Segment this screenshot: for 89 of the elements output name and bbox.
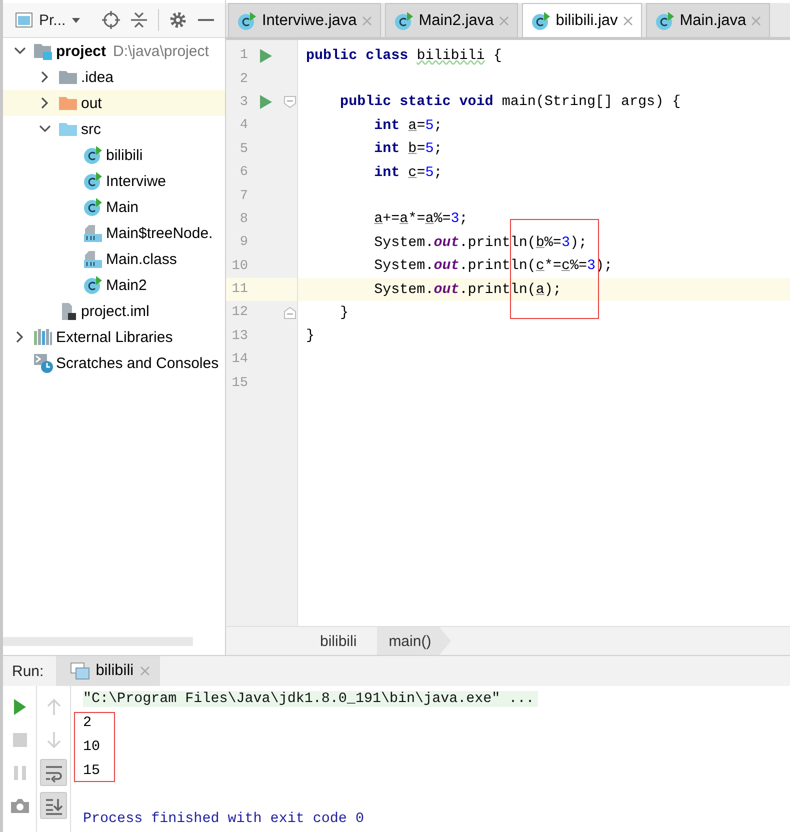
scroll-to-end-button[interactable]	[40, 792, 67, 819]
close-icon[interactable]	[362, 16, 372, 26]
console-line: 2	[83, 715, 92, 731]
line-number: 5	[238, 142, 248, 157]
class-icon	[83, 145, 103, 165]
line-number: 6	[238, 165, 248, 180]
code-line: int a=5;	[373, 118, 442, 134]
scrollbar[interactable]	[3, 637, 193, 646]
chevron-down-icon[interactable]	[39, 125, 51, 133]
collapse-icon[interactable]	[130, 11, 148, 29]
annotation-frame	[74, 712, 115, 782]
code-line: int c=5;	[373, 164, 442, 181]
console-line: Process finished with exit code 0	[83, 811, 364, 827]
code-line: int b=5;	[373, 141, 442, 158]
folder-icon	[58, 120, 78, 138]
tree-item[interactable]: .idea	[3, 64, 225, 90]
run-tab[interactable]: bilibili	[56, 656, 160, 686]
crosshair-icon[interactable]	[102, 11, 120, 29]
folder-icon	[58, 94, 78, 112]
chevron-right-icon[interactable]	[16, 331, 24, 343]
breadcrumb[interactable]: bilibili	[308, 627, 377, 655]
code-line: public class bilibili {	[306, 48, 502, 64]
tree-item[interactable]: bilibili	[3, 142, 225, 168]
code-line: }	[306, 328, 315, 344]
class-file-icon	[83, 223, 103, 243]
run-icon[interactable]	[260, 48, 272, 63]
close-icon[interactable]	[140, 666, 150, 676]
folder-icon	[58, 68, 78, 86]
close-icon[interactable]	[751, 16, 762, 26]
class-file-icon	[83, 249, 103, 269]
line-number: 15	[230, 376, 248, 391]
line-number: 12	[230, 305, 248, 320]
tree-item[interactable]: project.iml	[3, 298, 225, 324]
soft-wrap-button[interactable]	[40, 759, 67, 786]
close-icon[interactable]	[622, 16, 633, 26]
settings-icon[interactable]	[168, 11, 187, 29]
tree-item[interactable]: Main$treeNode.	[3, 220, 225, 246]
line-number: 11	[230, 282, 248, 298]
breadcrumb[interactable]: main()	[376, 627, 452, 655]
line-number: 7	[238, 188, 248, 204]
class-icon	[654, 10, 675, 30]
tree-item[interactable]: out	[3, 90, 225, 116]
tree-item[interactable]: Main.class	[3, 246, 225, 272]
scratches-icon	[33, 353, 53, 373]
run-icon[interactable]	[260, 95, 272, 110]
code-line: a+=a*=a%=3;	[373, 211, 468, 228]
line-number: 14	[230, 352, 248, 368]
code-line: public static void main(String[] args) {	[339, 94, 681, 110]
chevron-down-icon[interactable]	[14, 47, 26, 55]
tree-item[interactable]: Main	[3, 194, 225, 220]
line-number: 10	[230, 258, 248, 274]
tree-item[interactable]: Scratches and Consoles	[3, 350, 225, 376]
close-icon[interactable]	[498, 16, 509, 26]
libraries-icon	[33, 328, 53, 346]
chevron-right-icon[interactable]	[41, 71, 49, 83]
run-label: Run:	[12, 662, 44, 680]
fold-icon[interactable]	[284, 96, 296, 108]
editor-tab[interactable]: Interviwe.java	[228, 3, 381, 37]
line-number: 8	[238, 212, 248, 227]
module-icon	[33, 42, 53, 60]
tree-item[interactable]: External Libraries	[3, 324, 225, 350]
chevron-right-icon[interactable]	[41, 97, 49, 109]
class-icon	[394, 10, 414, 30]
class-icon	[83, 197, 103, 217]
console-line: 10	[83, 739, 100, 755]
panel-title[interactable]: Pr...	[39, 12, 66, 28]
tree-item[interactable]: Interviwe	[3, 168, 225, 194]
tree-item[interactable]: project D:\java\project	[3, 38, 225, 64]
class-icon	[237, 10, 257, 30]
class-icon	[530, 10, 551, 30]
line-number: 13	[230, 328, 248, 344]
line-number: 1	[238, 48, 248, 64]
fold-icon[interactable]	[284, 306, 296, 319]
line-number: 2	[238, 72, 248, 87]
console-line: 15	[83, 763, 100, 779]
editor-tab[interactable]: bilibili.jav	[522, 3, 642, 37]
class-icon	[83, 275, 103, 295]
class-icon	[83, 171, 103, 191]
panel-icon	[15, 12, 33, 28]
console-icon	[70, 662, 90, 680]
line-number: 9	[238, 235, 248, 250]
tree-item[interactable]: Main2	[3, 272, 225, 298]
line-number: 4	[238, 118, 248, 134]
code-line: }	[339, 304, 349, 321]
caret-icon[interactable]	[72, 18, 80, 22]
editor-tab[interactable]: Main.java	[646, 3, 770, 37]
line-number: 3	[238, 94, 248, 110]
tree-item[interactable]: src	[3, 116, 225, 142]
editor-tab[interactable]: Main2.java	[384, 3, 518, 37]
